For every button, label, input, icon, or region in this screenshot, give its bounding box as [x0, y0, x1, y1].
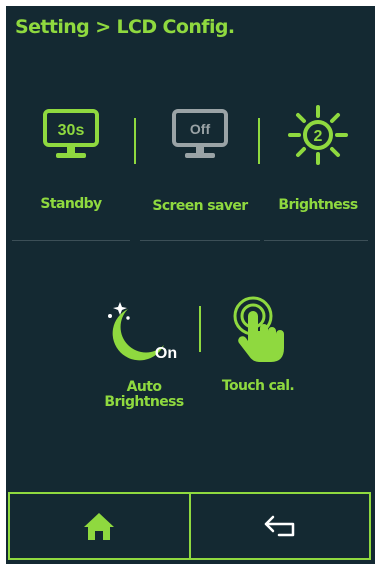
touch-calibration-button[interactable]: Touch cal.	[208, 296, 308, 394]
sun-icon: 2	[288, 105, 348, 165]
brightness-value: 2	[314, 128, 323, 145]
monitor-icon: 30s	[43, 109, 99, 158]
touch-hand-icon	[233, 296, 284, 362]
moon-stars-icon: On	[108, 302, 177, 362]
divider-line	[12, 240, 130, 241]
screen-saver-button[interactable]: Off Screen saver	[138, 108, 262, 214]
divider-line	[140, 240, 260, 241]
divider-line	[264, 240, 368, 241]
back-button[interactable]	[188, 494, 370, 558]
page-title: Setting > LCD Config.	[15, 16, 235, 38]
home-button[interactable]	[10, 494, 189, 558]
bottom-nav	[8, 492, 371, 560]
brightness-label: Brightness	[278, 197, 358, 213]
home-icon	[84, 513, 115, 540]
separator	[134, 118, 136, 164]
screen-saver-label: Screen saver	[152, 198, 248, 214]
monitor-icon: Off	[172, 109, 228, 158]
separator	[258, 118, 260, 164]
screen-saver-value: Off	[190, 121, 211, 137]
auto-brightness-label-line1: Auto	[126, 379, 162, 395]
standby-value: 30s	[58, 122, 85, 139]
auto-brightness-button[interactable]: On Auto Brightness	[86, 298, 202, 410]
auto-brightness-label-line2: Brightness	[104, 394, 184, 410]
separator	[199, 306, 201, 352]
brightness-button[interactable]: 2 Brightness	[262, 104, 374, 213]
standby-button[interactable]: 30s Standby	[10, 108, 132, 212]
standby-label: Standby	[40, 196, 102, 212]
touch-calibration-label: Touch cal.	[221, 378, 295, 394]
auto-brightness-state: On	[155, 345, 177, 362]
lcd-config-screen: Setting > LCD Config. 30s Standby Off Sc…	[6, 6, 375, 564]
back-arrow-icon	[264, 515, 294, 537]
